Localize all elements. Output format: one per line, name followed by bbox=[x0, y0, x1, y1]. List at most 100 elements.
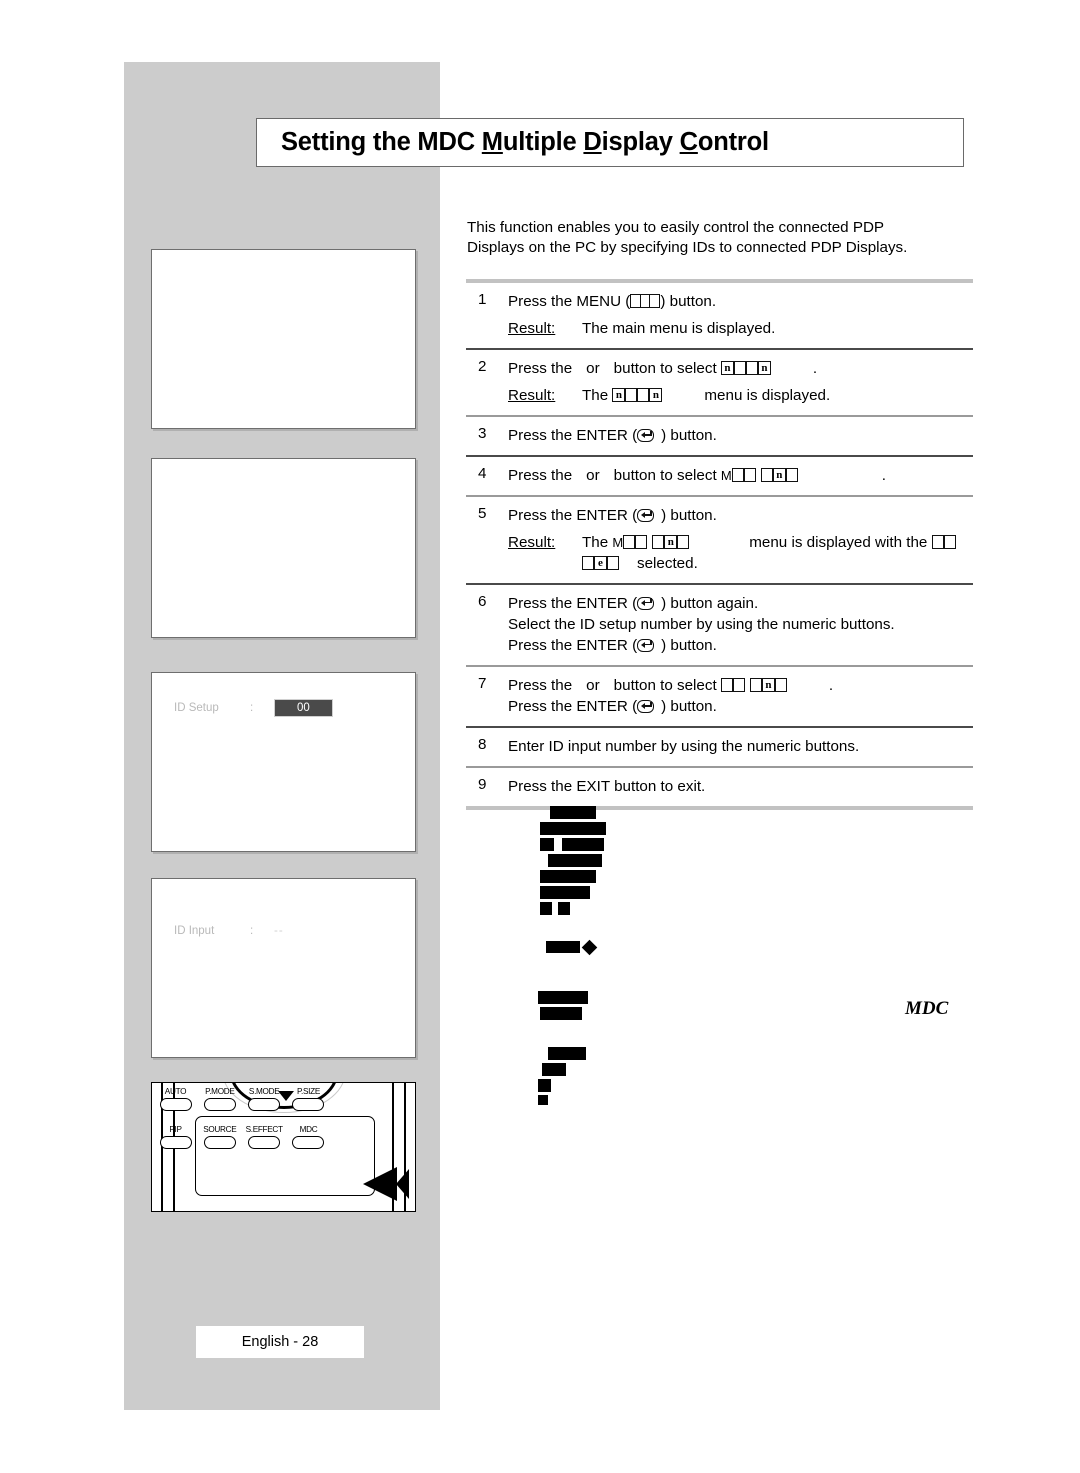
title-ultiple: ultiple bbox=[502, 128, 584, 156]
step-text-post: ) button. bbox=[661, 636, 717, 654]
remote-button-psize[interactable]: P.SIZE bbox=[288, 1087, 329, 1111]
step-number: 7 bbox=[478, 675, 487, 692]
remote-button-pmode[interactable]: P.MODE bbox=[199, 1087, 240, 1111]
tofu-glyph bbox=[607, 556, 619, 570]
step-prefix-char: M bbox=[720, 467, 732, 483]
tofu-glyph bbox=[760, 467, 773, 482]
button-oval bbox=[248, 1136, 281, 1149]
result-row: Result: The Mn menu is displayed with the… bbox=[508, 532, 973, 574]
step-body: Press the ENTER () button. bbox=[508, 425, 973, 446]
tofu-glyph bbox=[623, 535, 636, 549]
step-line: Press the ENTER ( ) button again. bbox=[508, 593, 973, 614]
step-body: Press the or button to select Mn. bbox=[508, 465, 973, 486]
remote-button-mdc[interactable]: MDC bbox=[288, 1125, 329, 1149]
step-line: Press the or button to select Mn. bbox=[508, 465, 973, 486]
step-text-pre: Press the ENTER ( bbox=[508, 698, 638, 715]
osd-value: -- bbox=[274, 925, 284, 937]
step-body: Press the MENU () button. Result: The ma… bbox=[508, 291, 973, 339]
osd-label: ID Setup bbox=[174, 702, 219, 714]
redacted-bar bbox=[540, 886, 590, 899]
tofu-glyph bbox=[785, 467, 798, 482]
step-body: Enter ID input number by using the numer… bbox=[508, 736, 973, 757]
illustration-id-input: ID Input : -- bbox=[151, 878, 416, 1058]
step-text-tail: . bbox=[812, 359, 818, 377]
tofu-glyph: n bbox=[649, 387, 663, 402]
title-c: C bbox=[679, 128, 698, 156]
tofu-glyph bbox=[943, 535, 956, 549]
button-oval bbox=[292, 1098, 325, 1111]
step-row: 7 Press the or button to select n. Press t… bbox=[466, 667, 973, 726]
osd-value-highlighted: 00 bbox=[274, 699, 333, 717]
result-prefix-char: M bbox=[612, 535, 624, 550]
redacted-bar bbox=[548, 1047, 586, 1060]
step-text-tail: . bbox=[881, 466, 886, 484]
remote-button-label: AUTO bbox=[164, 1087, 187, 1096]
step-line: Press the ENTER () button. bbox=[508, 505, 973, 526]
step-number: 3 bbox=[478, 425, 487, 442]
remote-button-row-2: PIP SOURCE S.EFFECT MDC bbox=[155, 1125, 329, 1149]
diamond-bullet-icon bbox=[581, 939, 598, 956]
enter-icon bbox=[637, 700, 661, 713]
tofu-glyph bbox=[582, 556, 594, 570]
remote-button-source[interactable]: SOURCE bbox=[199, 1125, 240, 1149]
remote-control-illustration: AUTO P.MODE S.MODE P.SIZE PIP SOURCE S.E… bbox=[151, 1082, 416, 1212]
redacted-bar bbox=[540, 870, 596, 883]
step-text-pre: Press the ENTER ( bbox=[508, 507, 638, 524]
tofu-glyph bbox=[732, 678, 745, 692]
remote-button-label: SOURCE bbox=[203, 1125, 237, 1134]
remote-button-row-1: AUTO P.MODE S.MODE P.SIZE bbox=[155, 1087, 329, 1111]
remote-button-seffect[interactable]: S.EFFECT bbox=[244, 1125, 285, 1149]
result-row: Result: The main menu is displayed. bbox=[508, 318, 973, 339]
step-text-pre: Press the ENTER ( bbox=[508, 636, 638, 654]
title-lead: Setting the MDC bbox=[281, 128, 482, 156]
title-isplay: isplay bbox=[601, 128, 680, 156]
result-pre: The bbox=[582, 534, 609, 551]
step-text-post: button to select bbox=[613, 677, 717, 694]
step-text-pre: Press the ENTER ( bbox=[508, 594, 638, 612]
tofu-glyph: n bbox=[761, 678, 775, 692]
tofu-glyph: n bbox=[720, 360, 734, 375]
redacted-bar bbox=[548, 854, 602, 867]
redacted-bar bbox=[562, 838, 604, 851]
page-footer: English - 28 bbox=[196, 1326, 364, 1358]
illustration-id-setup: ID Setup : 00 bbox=[151, 672, 416, 852]
remote-button-smode[interactable]: S.MODE bbox=[244, 1087, 285, 1111]
enter-icon bbox=[637, 596, 661, 610]
tofu-glyph: n bbox=[664, 535, 678, 549]
button-oval bbox=[203, 1098, 236, 1111]
tofu-glyph bbox=[774, 678, 787, 692]
tofu-glyph bbox=[625, 387, 638, 402]
remote-button-label: PIP bbox=[169, 1125, 182, 1134]
step-body: Press the ENTER () button. Result: The M… bbox=[508, 505, 973, 574]
step-number: 5 bbox=[478, 505, 487, 522]
step-text-mid: or bbox=[586, 359, 600, 377]
osd-row-id-input: ID Input : -- bbox=[174, 925, 284, 937]
title-ontrol: ontrol bbox=[697, 128, 769, 156]
step-text-post: ) button again. bbox=[661, 594, 759, 612]
step-text-pre: Press the ENTER ( bbox=[508, 427, 638, 444]
result-label: Result: bbox=[508, 534, 556, 551]
step-row: 8 Enter ID input number by using the num… bbox=[466, 728, 973, 766]
step-line: Enter ID input number by using the numer… bbox=[508, 737, 860, 755]
tofu-glyph: e bbox=[594, 556, 607, 570]
redacted-bar bbox=[538, 1079, 551, 1092]
button-oval bbox=[248, 1098, 281, 1111]
remote-button-auto[interactable]: AUTO bbox=[155, 1087, 196, 1111]
redacted-bar-row bbox=[536, 902, 976, 918]
step-body: Press the ENTER () button again. Select … bbox=[508, 593, 973, 656]
osd-colon: : bbox=[250, 702, 254, 714]
step-number: 1 bbox=[478, 291, 487, 308]
tofu-glyph bbox=[637, 387, 650, 402]
remote-button-label: S.EFFECT bbox=[245, 1125, 283, 1134]
tofu-glyph bbox=[731, 467, 744, 482]
remote-button-pip[interactable]: PIP bbox=[155, 1125, 196, 1149]
step-text-mid: or bbox=[586, 677, 600, 694]
redacted-bar bbox=[542, 1063, 566, 1076]
button-oval bbox=[159, 1098, 192, 1111]
step-text-pre: Press the MENU ( bbox=[508, 293, 631, 310]
enter-icon bbox=[637, 429, 661, 442]
result-label: Result: bbox=[508, 320, 556, 337]
redacted-group bbox=[536, 806, 976, 918]
title-m: M bbox=[481, 128, 503, 156]
step-row: 2 Press the or button to select n n. Result… bbox=[466, 350, 973, 415]
